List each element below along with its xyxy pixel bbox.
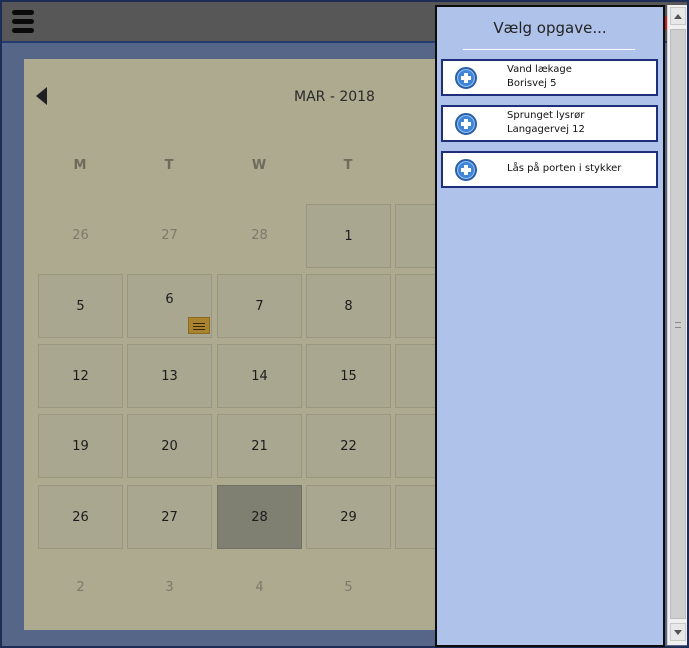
app-window: MAR - 2018 M T W T 26 27 28 1 5 6 7 8 12… xyxy=(0,0,689,648)
weekday-mon: M xyxy=(73,158,87,173)
day-cell[interactable]: 15 xyxy=(306,344,391,408)
day-cell[interactable]: 5 xyxy=(306,556,391,620)
month-label: MAR - 2018 xyxy=(294,89,375,105)
day-cell[interactable]: 19 xyxy=(38,414,123,478)
day-cell[interactable]: 12 xyxy=(38,344,123,408)
task-item[interactable]: Sprunget lysrør Langagervej 12 xyxy=(441,105,658,142)
task-address: Borisvej 5 xyxy=(507,78,557,89)
task-address: Langagervej 12 xyxy=(507,124,585,135)
divider xyxy=(463,49,635,50)
day-cell-selected[interactable]: 28 xyxy=(217,485,302,549)
day-cell[interactable]: 20 xyxy=(127,414,212,478)
weekday-tue: T xyxy=(164,158,174,173)
scrollbar-thumb[interactable] xyxy=(670,29,686,619)
day-cell[interactable]: 2 xyxy=(38,556,123,620)
day-cell[interactable]: 26 xyxy=(38,485,123,549)
day-cell[interactable]: 21 xyxy=(217,414,302,478)
day-cell[interactable]: 8 xyxy=(306,274,391,338)
task-item[interactable]: Lås på porten i stykker xyxy=(441,151,658,188)
scroll-up-icon[interactable] xyxy=(670,7,686,25)
plus-circle-icon[interactable] xyxy=(455,67,477,89)
calendar: MAR - 2018 M T W T 26 27 28 1 5 6 7 8 12… xyxy=(24,59,444,630)
day-cell[interactable]: 22 xyxy=(306,414,391,478)
task-title: Lås på porten i stykker xyxy=(507,163,622,174)
note-icon[interactable] xyxy=(188,317,210,334)
panel-title: Vælg opgave... xyxy=(493,19,607,37)
task-title: Vand lækage xyxy=(507,64,572,75)
hamburger-menu-icon[interactable] xyxy=(12,10,36,38)
chevron-left-icon[interactable] xyxy=(36,87,47,105)
day-cell[interactable]: 28 xyxy=(217,204,302,268)
day-cell[interactable]: 29 xyxy=(306,485,391,549)
day-cell[interactable]: 26 xyxy=(38,204,123,268)
vertical-scrollbar[interactable] xyxy=(667,5,687,645)
task-item[interactable]: Vand lækage Borisvej 5 xyxy=(441,59,658,96)
task-picker-panel: Vælg opgave... Vand lækage Borisvej 5 Sp… xyxy=(435,5,665,647)
day-cell[interactable]: 1 xyxy=(306,204,391,268)
weekday-wed: W xyxy=(251,158,267,173)
task-title: Sprunget lysrør xyxy=(507,110,585,121)
day-cell[interactable]: 27 xyxy=(127,485,212,549)
day-cell[interactable]: 27 xyxy=(127,204,212,268)
day-cell[interactable]: 5 xyxy=(38,274,123,338)
weekday-thu: T xyxy=(343,158,353,173)
plus-circle-icon[interactable] xyxy=(455,159,477,181)
scroll-down-icon[interactable] xyxy=(670,623,686,641)
day-cell[interactable]: 3 xyxy=(127,556,212,620)
day-cell[interactable]: 4 xyxy=(217,556,302,620)
day-cell[interactable]: 7 xyxy=(217,274,302,338)
plus-circle-icon[interactable] xyxy=(455,113,477,135)
day-cell[interactable]: 14 xyxy=(217,344,302,408)
day-cell[interactable]: 13 xyxy=(127,344,212,408)
grip-icon xyxy=(675,322,681,328)
